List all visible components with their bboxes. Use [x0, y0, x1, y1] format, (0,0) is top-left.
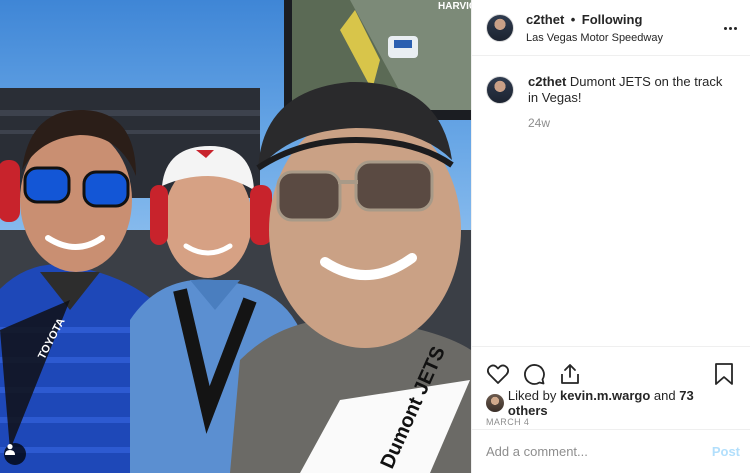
post-location[interactable]: Las Vegas Motor Speedway	[526, 32, 663, 45]
comment-form: Post	[472, 429, 750, 473]
liker-username[interactable]: kevin.m.wargo	[560, 388, 650, 403]
likes-prefix: Liked by	[507, 388, 557, 403]
comment-button[interactable]	[522, 362, 546, 386]
caption-text: c2thet Dumont JETS on the track in Vegas…	[528, 74, 736, 106]
board-banner-text: HARVIC	[438, 1, 471, 12]
author-avatar[interactable]	[486, 13, 514, 42]
user-tag-button[interactable]	[4, 443, 26, 465]
liker-avatar[interactable]	[486, 394, 504, 412]
caption-time-ago[interactable]: 24w	[528, 116, 736, 130]
post-photo[interactable]: HARVIC TOYOTA	[0, 0, 471, 473]
share-button[interactable]	[558, 362, 582, 386]
post-header: c2thet • Following Las Vegas Motor Speed…	[472, 0, 750, 56]
separator-dot: •	[570, 12, 576, 28]
post-actions: Liked by kevin.m.wargo and 73 others Mar…	[472, 346, 750, 427]
share-icon	[561, 364, 579, 384]
selfie-illustration: HARVIC TOYOTA	[0, 0, 471, 473]
comment-input[interactable]	[486, 444, 712, 459]
post-details-panel: c2thet • Following Las Vegas Motor Speed…	[471, 0, 750, 473]
more-options-button[interactable]	[720, 18, 740, 38]
user-tag-icon	[5, 444, 15, 455]
bookmark-icon	[715, 363, 733, 385]
more-options-icon	[723, 26, 727, 30]
caption: c2thet Dumont JETS on the track in Vegas…	[486, 74, 736, 106]
post-date[interactable]: March 4	[486, 417, 736, 427]
like-button[interactable]	[486, 362, 510, 386]
likes-summary: Liked by kevin.m.wargo and 73 others	[486, 388, 736, 418]
post-comment-button[interactable]: Post	[712, 444, 740, 459]
comment-icon	[524, 364, 545, 385]
save-button[interactable]	[712, 362, 736, 386]
author-username[interactable]: c2thet	[526, 12, 564, 27]
comments-section: c2thet Dumont JETS on the track in Vegas…	[472, 56, 750, 346]
heart-icon	[486, 364, 510, 384]
likes-text: Liked by kevin.m.wargo and 73 others	[508, 388, 736, 418]
likes-and: and	[653, 388, 676, 403]
caption-author-avatar[interactable]	[486, 76, 514, 104]
follow-status-button[interactable]: Following	[582, 12, 643, 27]
author-info: c2thet • Following Las Vegas Motor Speed…	[526, 10, 663, 44]
caption-username[interactable]: c2thet	[528, 74, 566, 89]
